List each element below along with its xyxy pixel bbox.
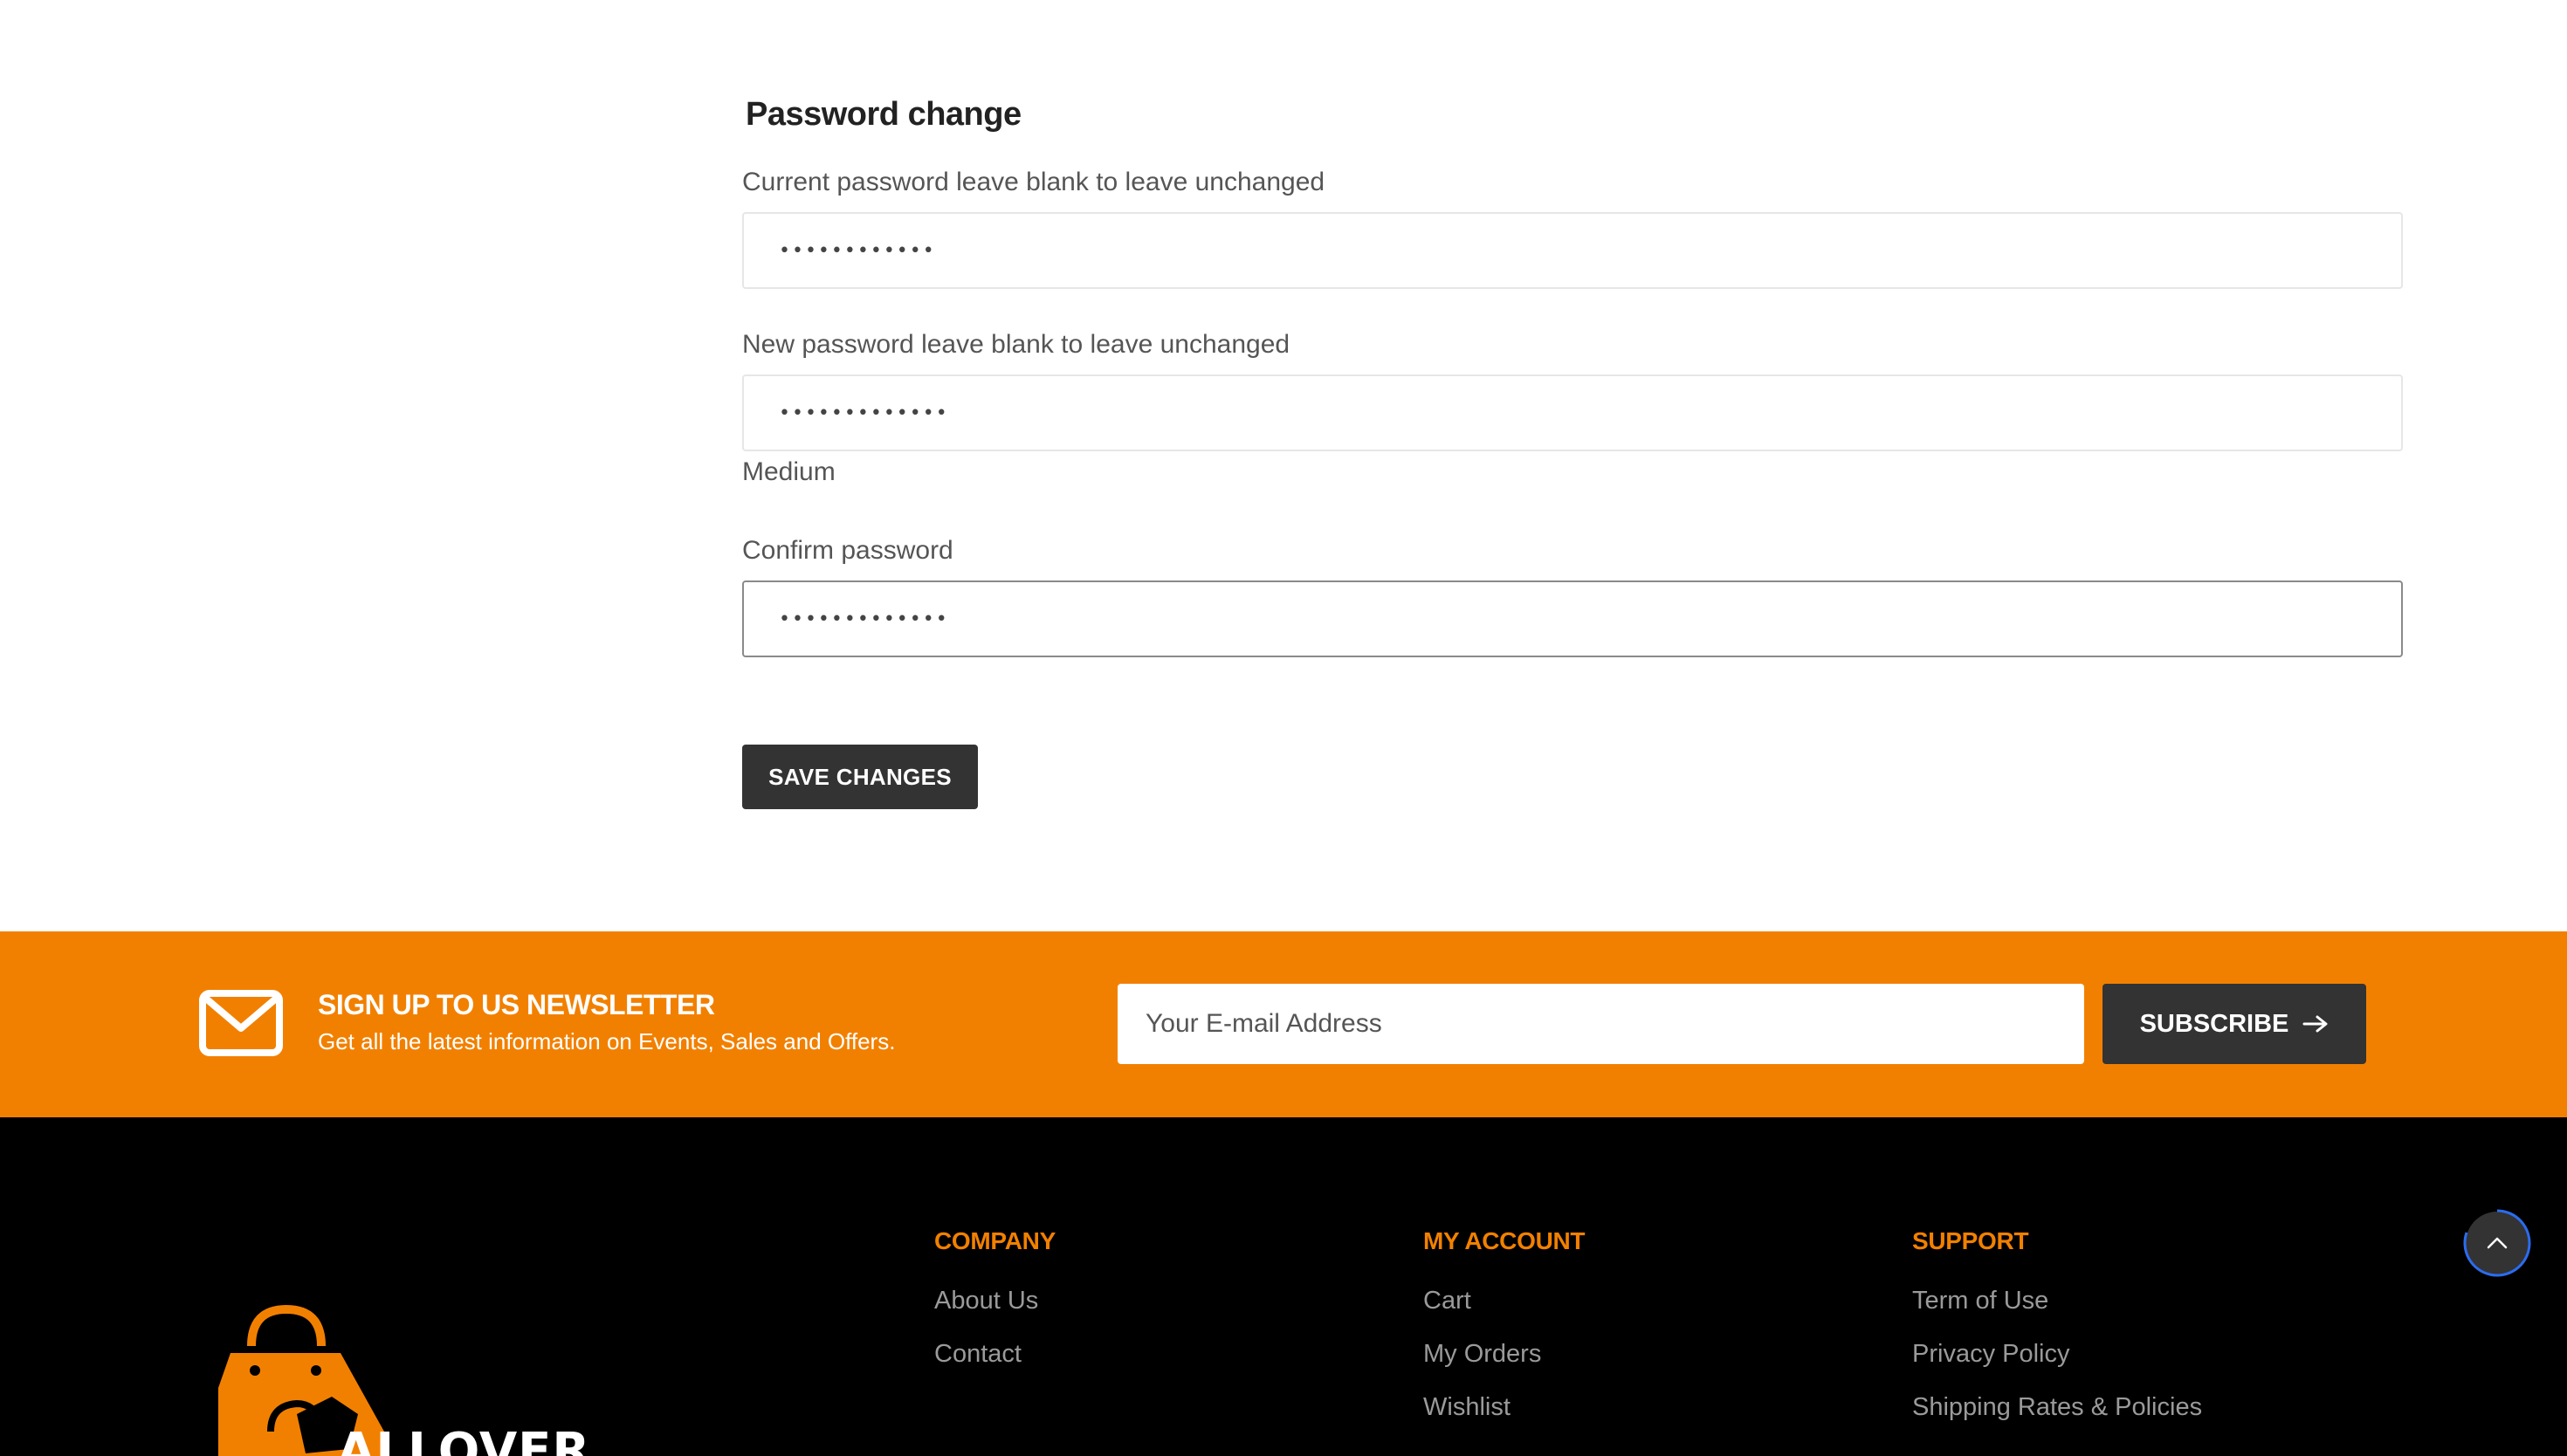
password-strength-indicator: Medium	[742, 457, 836, 486]
subscribe-button[interactable]: SUBSCRIBE	[2102, 984, 2366, 1064]
section-title: Password change	[746, 96, 1022, 133]
footer-column-support: SUPPORT Term of Use Privacy Policy Shipp…	[1912, 1227, 2202, 1446]
newsletter-title: SIGN UP TO US NEWSLETTER	[318, 989, 715, 1020]
footer-link-cart[interactable]: Cart	[1423, 1287, 1585, 1315]
footer-column-title: MY ACCOUNT	[1423, 1227, 1586, 1254]
footer-link-about-us[interactable]: About Us	[934, 1287, 1056, 1315]
footer-column-title: SUPPORT	[1912, 1227, 2029, 1254]
footer: ALLOVER COMPANY About Us Contact MY ACCO…	[0, 1117, 2567, 1456]
subscribe-label: SUBSCRIBE	[2139, 1009, 2289, 1038]
footer-link-shipping-rates[interactable]: Shipping Rates & Policies	[1912, 1393, 2202, 1422]
page: Password change Current password leave b…	[0, 0, 2567, 1456]
confirm-password-label: Confirm password	[742, 536, 953, 565]
footer-link-term-of-use[interactable]: Term of Use	[1912, 1287, 2202, 1315]
brand-logo[interactable]: ALLOVER	[218, 1301, 590, 1456]
back-to-top-button[interactable]	[2462, 1208, 2534, 1280]
save-changes-button[interactable]: SAVE CHANGES	[742, 745, 978, 809]
current-password-input[interactable]: ••••••••••••	[742, 212, 2403, 289]
current-password-label: Current password leave blank to leave un…	[742, 168, 1325, 196]
footer-column-title: COMPANY	[934, 1227, 1056, 1254]
footer-link-wishlist[interactable]: Wishlist	[1423, 1393, 1585, 1422]
confirm-password-input[interactable]: •••••••••••••	[742, 580, 2403, 657]
new-password-label: New password leave blank to leave unchan…	[742, 330, 1290, 359]
newsletter-subtitle: Get all the latest information on Events…	[318, 1028, 896, 1054]
newsletter-band: SIGN UP TO US NEWSLETTER Get all the lat…	[0, 931, 2567, 1117]
new-password-input[interactable]: •••••••••••••	[742, 374, 2403, 451]
logo-text: ALLOVER	[337, 1423, 591, 1456]
footer-link-my-orders[interactable]: My Orders	[1423, 1340, 1585, 1369]
arrow-right-icon	[2302, 1015, 2328, 1033]
footer-column-my-account: MY ACCOUNT Cart My Orders Wishlist	[1423, 1227, 1586, 1446]
footer-link-privacy-policy[interactable]: Privacy Policy	[1912, 1340, 2202, 1369]
footer-link-contact[interactable]: Contact	[934, 1340, 1056, 1369]
envelope-icon	[199, 990, 283, 1056]
newsletter-email-input[interactable]	[1118, 984, 2084, 1064]
footer-column-company: COMPANY About Us Contact	[934, 1227, 1056, 1393]
